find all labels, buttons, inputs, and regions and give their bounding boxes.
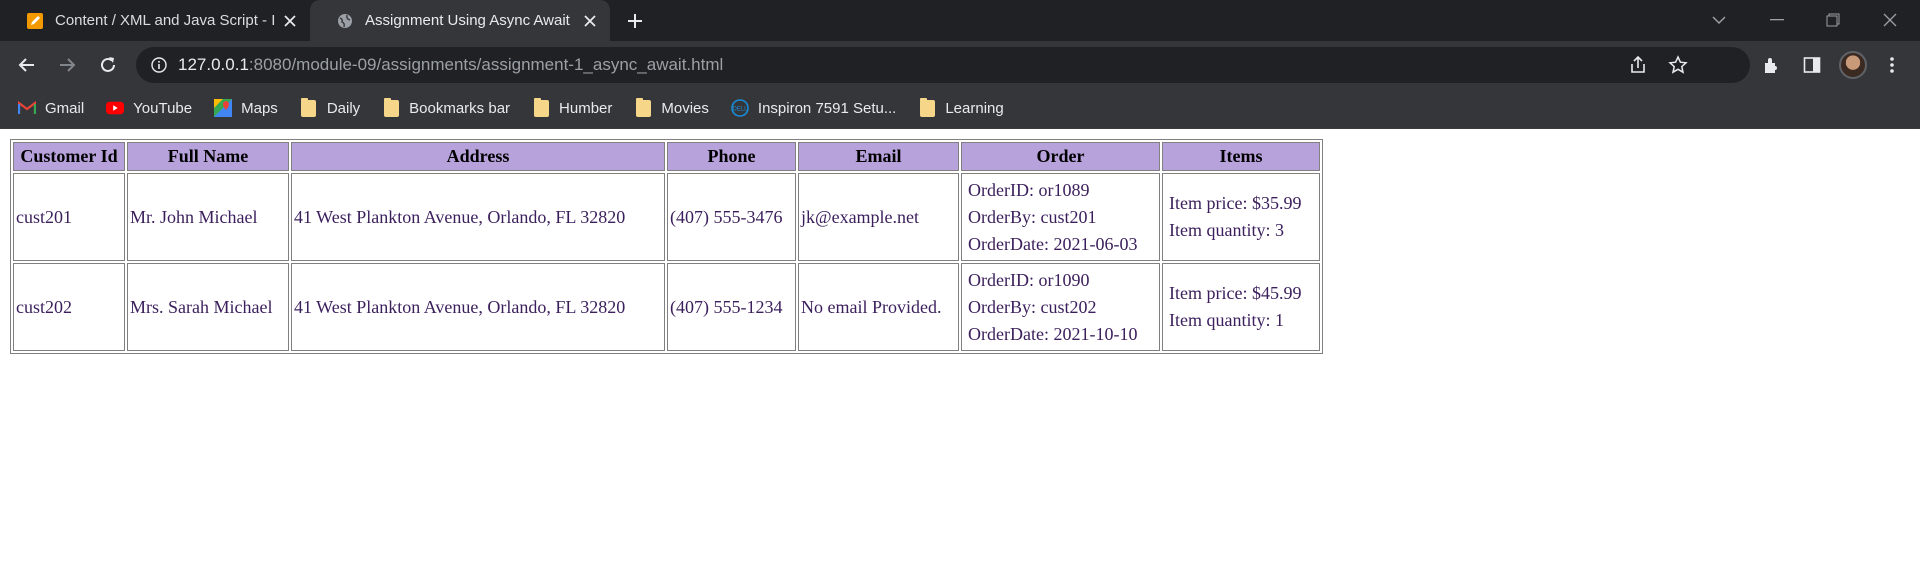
tab-search-icon[interactable] xyxy=(1706,8,1732,32)
globe-icon xyxy=(335,11,355,31)
column-header-items: Items xyxy=(1162,142,1320,171)
cell-email: No email Provided. xyxy=(798,263,959,351)
order-date: OrderDate: 2021-10-10 xyxy=(968,323,1138,344)
url-text[interactable]: 127.0.0.1:8080/module-09/assignments/ass… xyxy=(178,55,723,75)
bookmark-folder-humber[interactable]: Humber xyxy=(532,97,613,117)
profile-avatar[interactable] xyxy=(1839,51,1867,79)
bookmark-folder-daily[interactable]: Daily xyxy=(300,97,361,117)
back-icon[interactable] xyxy=(15,53,39,77)
bookmark-label: Gmail xyxy=(45,99,85,117)
tab-close-icon[interactable] xyxy=(580,11,600,31)
page-content: Customer Id Full Name Address Phone Emai… xyxy=(0,129,1920,354)
bookmark-inspiron[interactable]: DELL Inspiron 7591 Setu... xyxy=(731,99,896,117)
maps-icon xyxy=(214,99,233,117)
tab-strip: Content / XML and Java Script - I Assign… xyxy=(0,0,1920,41)
bookmark-star-icon[interactable] xyxy=(1668,55,1688,75)
tab-close-icon[interactable] xyxy=(280,11,300,31)
cell-phone: (407) 555-1234 xyxy=(667,263,796,351)
svg-text:DELL: DELL xyxy=(732,107,748,113)
column-header-address: Address xyxy=(291,142,665,171)
bookmark-label: Humber xyxy=(559,99,613,117)
bookmark-folder-bookmarks-bar[interactable]: Bookmarks bar xyxy=(382,97,511,117)
column-header-phone: Phone xyxy=(667,142,796,171)
order-id: OrderID: or1090 xyxy=(968,269,1090,290)
cell-items: Item price: $35.99 Item quantity: 3 xyxy=(1162,173,1320,261)
pencil-document-icon xyxy=(25,11,45,31)
dell-icon: DELL xyxy=(731,99,749,117)
item-price: Item price: $45.99 xyxy=(1169,283,1302,303)
restore-icon[interactable] xyxy=(1820,8,1846,32)
cell-full-name: Mr. John Michael xyxy=(127,173,289,261)
folder-icon xyxy=(300,97,318,117)
tab-title: Content / XML and Java Script - I xyxy=(55,12,276,29)
cell-address: 41 West Plankton Avenue, Orlando, FL 328… xyxy=(291,173,665,261)
column-header-customer-id: Customer Id xyxy=(13,142,125,171)
forward-icon[interactable] xyxy=(55,53,79,77)
gmail-icon xyxy=(18,99,36,117)
tab-content-xml[interactable]: Content / XML and Java Script - I xyxy=(0,0,310,41)
cell-customer-id: cust202 xyxy=(13,263,125,351)
url-host: 127.0.0.1 xyxy=(178,55,249,74)
bookmark-maps[interactable]: Maps xyxy=(214,99,278,117)
cell-customer-id: cust201 xyxy=(13,173,125,261)
bookmark-youtube[interactable]: YouTube xyxy=(106,99,192,117)
item-quantity: Item quantity: 3 xyxy=(1169,220,1284,240)
bookmark-folder-movies[interactable]: Movies xyxy=(634,97,709,117)
item-quantity: Item quantity: 1 xyxy=(1169,310,1284,330)
cell-email: jk@example.net xyxy=(798,173,959,261)
minimize-icon[interactable] xyxy=(1764,8,1790,32)
folder-icon xyxy=(532,97,550,117)
extensions-icon[interactable] xyxy=(1760,53,1784,77)
more-menu-icon[interactable] xyxy=(1880,53,1904,77)
order-id: OrderID: or1089 xyxy=(968,179,1090,200)
bookmark-label: Daily xyxy=(326,99,361,117)
column-header-order: Order xyxy=(961,142,1160,171)
cell-order: OrderID: or1090 OrderBy: cust202 OrderDa… xyxy=(961,263,1160,351)
bookmark-label: YouTube xyxy=(133,99,193,117)
bookmark-gmail[interactable]: Gmail xyxy=(18,99,84,117)
bookmark-label: Bookmarks bar xyxy=(409,99,511,117)
folder-icon xyxy=(382,97,400,117)
url-path: :8080/module-09/assignments/assignment-1… xyxy=(248,55,724,74)
bookmark-label: Movies xyxy=(661,99,709,117)
tab-assignment[interactable]: Assignment Using Async Await xyxy=(310,0,610,41)
reload-icon[interactable] xyxy=(96,53,120,77)
address-bar[interactable]: 127.0.0.1:8080/module-09/assignments/ass… xyxy=(136,47,1750,83)
item-price: Item price: $35.99 xyxy=(1169,193,1302,213)
customer-orders-table: Customer Id Full Name Address Phone Emai… xyxy=(10,139,1323,354)
cell-full-name: Mrs. Sarah Michael xyxy=(127,263,289,351)
order-by: OrderBy: cust202 xyxy=(968,296,1097,317)
bookmark-folder-learning[interactable]: Learning xyxy=(918,97,1004,117)
bookmark-label: Maps xyxy=(241,99,278,117)
tab-title: Assignment Using Async Await xyxy=(365,12,570,29)
order-date: OrderDate: 2021-06-03 xyxy=(968,233,1138,254)
share-icon[interactable] xyxy=(1628,55,1648,75)
column-header-email: Email xyxy=(798,142,959,171)
youtube-icon xyxy=(106,99,125,117)
folder-icon xyxy=(634,97,652,117)
close-window-icon[interactable] xyxy=(1877,8,1903,32)
cell-address: 41 West Plankton Avenue, Orlando, FL 328… xyxy=(291,263,665,351)
table-header-row: Customer Id Full Name Address Phone Emai… xyxy=(13,142,1320,171)
site-info-icon[interactable] xyxy=(150,56,168,74)
new-tab-icon[interactable] xyxy=(622,9,648,33)
column-header-full-name: Full Name xyxy=(127,142,289,171)
bookmark-label: Learning xyxy=(945,99,1004,117)
bookmark-label: Inspiron 7591 Setu... xyxy=(757,99,897,117)
folder-icon xyxy=(918,97,936,117)
side-panel-icon[interactable] xyxy=(1800,53,1824,77)
cell-order: OrderID: or1089 OrderBy: cust201 OrderDa… xyxy=(961,173,1160,261)
table-row: cust202 Mrs. Sarah Michael 41 West Plank… xyxy=(13,263,1320,351)
browser-toolbar: 127.0.0.1:8080/module-09/assignments/ass… xyxy=(0,41,1920,88)
bookmarks-bar: Gmail YouTube Maps Daily Bookmarks bar H… xyxy=(0,88,1920,129)
table-row: cust201 Mr. John Michael 41 West Plankto… xyxy=(13,173,1320,261)
cell-items: Item price: $45.99 Item quantity: 1 xyxy=(1162,263,1320,351)
cell-phone: (407) 555-3476 xyxy=(667,173,796,261)
order-by: OrderBy: cust201 xyxy=(968,206,1097,227)
